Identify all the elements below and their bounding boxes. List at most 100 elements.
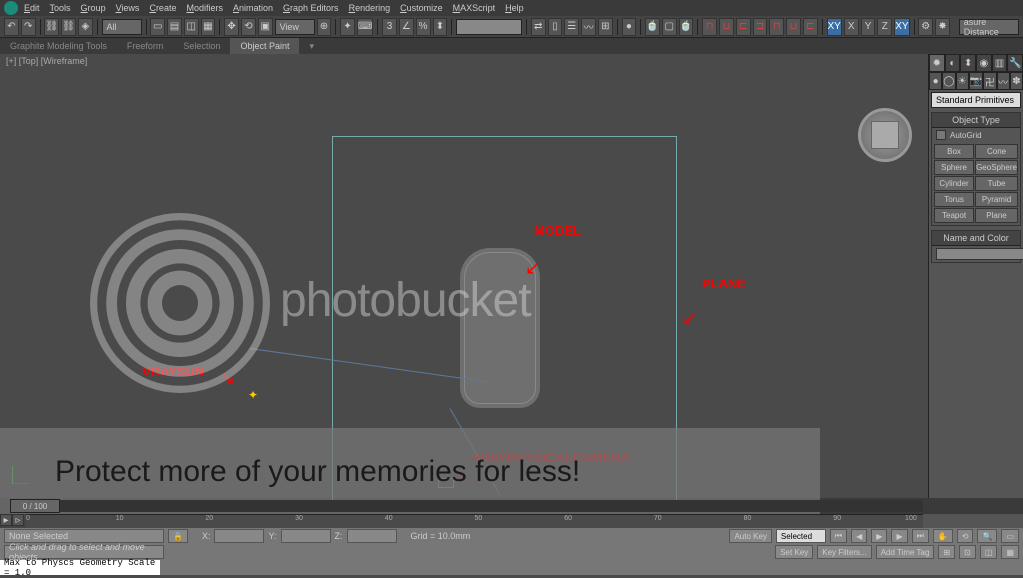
schematic-button[interactable]: ⊞ bbox=[598, 18, 613, 36]
menu-help[interactable]: Help bbox=[501, 3, 528, 13]
menu-group[interactable]: Group bbox=[77, 3, 110, 13]
constraint5-button[interactable]: ⊓ bbox=[769, 18, 784, 36]
box-button[interactable]: Box bbox=[934, 144, 974, 159]
teapot-button[interactable]: Teapot bbox=[934, 208, 974, 223]
play-prev-button[interactable]: ◀ bbox=[851, 529, 867, 543]
ribbon-tab-selection[interactable]: Selection bbox=[173, 38, 230, 54]
menu-edit[interactable]: Edit bbox=[20, 3, 44, 13]
link-button[interactable]: ⛓ bbox=[44, 18, 59, 36]
select-button[interactable]: ▭ bbox=[150, 18, 165, 36]
geometry-subtab[interactable]: ● bbox=[929, 72, 942, 90]
sphere-button[interactable]: Sphere bbox=[934, 160, 974, 175]
lights-subtab[interactable]: ☀ bbox=[956, 72, 969, 90]
play-start-button[interactable]: ⏮ bbox=[830, 529, 847, 543]
hierarchy-tab[interactable]: ⬍ bbox=[960, 54, 976, 72]
scale-button[interactable]: ▣ bbox=[258, 18, 273, 36]
percent-snap-button[interactable]: % bbox=[416, 18, 431, 36]
play-next-button[interactable]: ▶ bbox=[891, 529, 907, 543]
create-tab[interactable]: ✹ bbox=[929, 54, 945, 72]
ribbon-tab-object-paint[interactable]: Object Paint bbox=[230, 38, 299, 54]
object-type-header[interactable]: Object Type bbox=[932, 113, 1020, 128]
systems-subtab[interactable]: ✽ bbox=[1010, 72, 1023, 90]
viewport-area[interactable]: [+] [Top] [Wireframe] ✦ MODEL ↙ PLANE ↙ … bbox=[0, 54, 928, 498]
cone-button[interactable]: Cone bbox=[975, 144, 1018, 159]
spinner-snap-button[interactable]: ⬍ bbox=[433, 18, 448, 36]
tube-button[interactable]: Tube bbox=[975, 176, 1018, 191]
axis-z-button[interactable]: Z bbox=[877, 18, 892, 36]
constraint1-button[interactable]: ⊓ bbox=[702, 18, 717, 36]
curve-editor-button[interactable]: 〰 bbox=[581, 18, 596, 36]
select-name-button[interactable]: ▤ bbox=[167, 18, 182, 36]
x-coord-input[interactable] bbox=[214, 529, 264, 543]
render-frame-button[interactable]: ▢ bbox=[662, 18, 677, 36]
shapes-subtab[interactable]: ◯ bbox=[942, 72, 955, 90]
window-crossing-button[interactable]: ▦ bbox=[201, 18, 216, 36]
nav2-button[interactable]: ⊡ bbox=[959, 545, 976, 559]
select-region-button[interactable]: ◫ bbox=[184, 18, 199, 36]
constraint6-button[interactable]: ⊔ bbox=[786, 18, 801, 36]
menu-maxscript[interactable]: MAXScript bbox=[449, 3, 500, 13]
reactor1-button[interactable]: ⚙ bbox=[918, 18, 933, 36]
bind-button[interactable]: ◈ bbox=[78, 18, 93, 36]
cylinder-button[interactable]: Cylinder bbox=[934, 176, 974, 191]
undo-button[interactable]: ↶ bbox=[4, 18, 19, 36]
axis-xy1-button[interactable]: XY bbox=[827, 18, 842, 36]
menu-modifiers[interactable]: Modifiers bbox=[182, 3, 227, 13]
addtag-button[interactable]: Add Time Tag bbox=[876, 545, 935, 559]
ribbon-tab-freeform[interactable]: Freeform bbox=[117, 38, 174, 54]
motion-tab[interactable]: ◉ bbox=[976, 54, 992, 72]
nav3-button[interactable]: ◫ bbox=[980, 545, 998, 559]
setkey-button[interactable]: Set Key bbox=[775, 545, 813, 559]
snap-button[interactable]: 3 bbox=[382, 18, 397, 36]
viewport-label[interactable]: [+] [Top] [Wireframe] bbox=[6, 56, 87, 66]
menu-tools[interactable]: Tools bbox=[46, 3, 75, 13]
nav-zoom-button[interactable]: 🔍 bbox=[977, 529, 997, 543]
menu-customize[interactable]: Customize bbox=[396, 3, 447, 13]
material-button[interactable]: ● bbox=[622, 18, 637, 36]
menu-create[interactable]: Create bbox=[145, 3, 180, 13]
keymode-dropdown[interactable]: Selected bbox=[776, 529, 826, 543]
axis-y-button[interactable]: Y bbox=[861, 18, 876, 36]
move-button[interactable]: ✥ bbox=[224, 18, 239, 36]
selection-lock-button[interactable]: 🔒 bbox=[168, 529, 188, 543]
torus-button[interactable]: Torus bbox=[934, 192, 974, 207]
menu-rendering[interactable]: Rendering bbox=[345, 3, 395, 13]
play-end-button[interactable]: ⏭ bbox=[912, 529, 929, 543]
time-config1-button[interactable]: ▸ bbox=[0, 514, 12, 526]
time-slider[interactable]: 0 / 100 bbox=[10, 500, 923, 512]
name-color-header[interactable]: Name and Color bbox=[932, 231, 1020, 246]
manipulate-button[interactable]: ✦ bbox=[340, 18, 355, 36]
nav4-button[interactable]: ▦ bbox=[1001, 545, 1019, 559]
play-button[interactable]: ▶ bbox=[871, 529, 887, 543]
category-dropdown[interactable]: Standard Primitives bbox=[931, 92, 1021, 108]
reactor2-button[interactable]: ✸ bbox=[935, 18, 950, 36]
axis-x-button[interactable]: X bbox=[844, 18, 859, 36]
align-button[interactable]: ▯ bbox=[548, 18, 563, 36]
redo-button[interactable]: ↷ bbox=[21, 18, 36, 36]
cameras-subtab[interactable]: 📷 bbox=[969, 72, 983, 90]
menu-views[interactable]: Views bbox=[112, 3, 144, 13]
ref-coord-dropdown[interactable]: View bbox=[275, 19, 315, 35]
utilities-tab[interactable]: 🔧 bbox=[1007, 54, 1023, 72]
named-selection-input[interactable] bbox=[456, 19, 522, 35]
unlink-button[interactable]: ⛓ bbox=[61, 18, 76, 36]
maxscript-listener[interactable]: Max to Physcs Geometry Scale = 1.0 bbox=[0, 560, 160, 575]
autogrid-checkbox[interactable] bbox=[936, 130, 946, 140]
time-config2-button[interactable]: ▹ bbox=[12, 514, 24, 526]
constraint7-button[interactable]: ⊏ bbox=[803, 18, 818, 36]
rotate-button[interactable]: ⟲ bbox=[241, 18, 256, 36]
nav-fov-button[interactable]: ▭ bbox=[1001, 529, 1019, 543]
mirror-button[interactable]: ⇄ bbox=[531, 18, 546, 36]
autokey-button[interactable]: Auto Key bbox=[729, 529, 771, 543]
constraint2-button[interactable]: ⊔ bbox=[719, 18, 734, 36]
modify-tab[interactable]: ◐ bbox=[945, 54, 961, 72]
geosphere-button[interactable]: GeoSphere bbox=[975, 160, 1018, 175]
plane-button[interactable]: Plane bbox=[975, 208, 1018, 223]
render-button[interactable]: 🍵 bbox=[679, 18, 694, 36]
object-name-input[interactable] bbox=[936, 248, 1023, 260]
nav-orbit-button[interactable]: ⟲ bbox=[957, 529, 974, 543]
z-coord-input[interactable] bbox=[347, 529, 397, 543]
measure-dropdown[interactable]: asure Distance bbox=[959, 19, 1019, 35]
helpers-subtab[interactable]: 卍 bbox=[983, 72, 996, 90]
keyboard-button[interactable]: ⌨ bbox=[357, 18, 373, 36]
